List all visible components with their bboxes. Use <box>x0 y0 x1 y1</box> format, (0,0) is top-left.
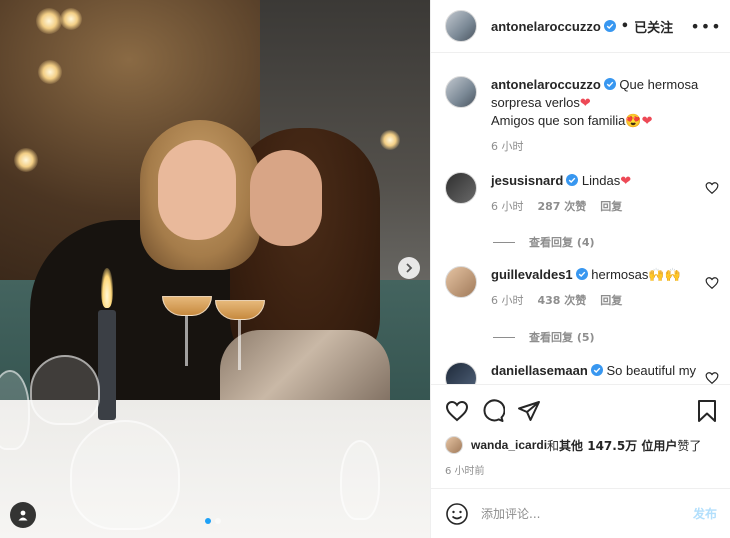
view-replies-button[interactable]: 查看回复 (4) <box>493 234 595 250</box>
likes-others-link[interactable]: 其他 147.5万 位用户 <box>559 437 677 454</box>
comment-reply-button[interactable]: 回复 <box>600 198 622 216</box>
photo-light <box>380 130 400 150</box>
comments-list[interactable]: antonelaroccuzzo Que hermosa sorpresa ve… <box>431 54 730 384</box>
carousel-next-button[interactable] <box>398 257 420 279</box>
more-options-icon: ••• <box>690 16 722 36</box>
commenter-avatar[interactable] <box>445 172 477 204</box>
verified-badge-icon <box>603 20 616 32</box>
photo-candle-flame <box>101 268 113 308</box>
comment-text: hermosas <box>591 267 649 282</box>
photo-light <box>60 8 82 30</box>
comment-time: 6 小时 <box>491 294 524 307</box>
caption-time: 6 小时 <box>491 140 524 153</box>
comment-row: daniellasemaan So beautiful my <box>445 362 711 384</box>
photo-candle <box>98 310 116 420</box>
following-button[interactable]: 已关注 <box>634 17 673 36</box>
user-tag-icon <box>18 510 28 521</box>
comment-username[interactable]: jesusisnard <box>491 173 563 188</box>
comment-row: jesusisnard Lindas❤ 6 小时 287 次赞 回复 <box>445 172 711 216</box>
comment-icon[interactable] <box>481 399 505 423</box>
caption-text-line3: Amigos que son familia <box>491 113 626 128</box>
add-comment-bar: 发布 <box>431 488 730 538</box>
photo-light <box>38 60 62 84</box>
liker-username[interactable]: wanda_icardi <box>471 438 547 452</box>
comment-reply-button[interactable]: 回复 <box>600 292 622 310</box>
likes-connector: 和 <box>547 438 560 453</box>
heart-icon[interactable] <box>705 181 719 195</box>
divider <box>493 241 515 243</box>
smiley-icon[interactable] <box>445 502 469 526</box>
paper-plane-icon[interactable] <box>517 399 541 423</box>
post-header: antonelaroccuzzo • 已关注 ••• <box>431 0 730 53</box>
comment-time: 6 小时 <box>491 200 524 213</box>
photo-light <box>14 148 38 172</box>
tagged-users-button[interactable] <box>10 502 36 528</box>
photo-person-left-face <box>158 140 236 240</box>
commenter-avatar[interactable] <box>445 266 477 298</box>
caption: antonelaroccuzzo Que hermosa sorpresa ve… <box>445 76 711 156</box>
likes-summary: wanda_icardi 和 其他 147.5万 位用户 赞了 <box>445 436 701 454</box>
caption-text-line1: Que hermosa <box>619 77 699 92</box>
author-avatar[interactable] <box>445 10 477 42</box>
photo-light <box>36 8 62 34</box>
comment-text: So beautiful my <box>606 363 697 378</box>
liker-avatar[interactable] <box>445 436 463 454</box>
heart-icon[interactable] <box>445 399 469 423</box>
author-username[interactable]: antonelaroccuzzo <box>491 19 601 34</box>
photo-person-right-face <box>250 150 322 246</box>
post-comment-button[interactable]: 发布 <box>693 505 717 522</box>
heart-eyes-emoji: 😍 <box>625 113 642 128</box>
verified-badge-icon <box>590 364 603 376</box>
view-replies-label: 查看回复 (4) <box>529 236 595 249</box>
header-separator: • <box>620 18 630 34</box>
comment-text: Lindas <box>581 173 621 188</box>
bookmark-icon[interactable] <box>695 399 719 423</box>
verified-badge-icon <box>566 174 579 186</box>
photo-glass-stem <box>238 320 241 370</box>
comment-username[interactable]: guillevaldes1 <box>491 267 573 282</box>
divider <box>493 336 515 338</box>
carousel-indicator <box>205 518 221 524</box>
comment-username[interactable]: daniellasemaan <box>491 363 588 378</box>
post-detail-panel: antonelaroccuzzo • 已关注 ••• antonelaroccu… <box>430 0 730 538</box>
photo-wine-glass <box>70 420 180 530</box>
likes-suffix: 赞了 <box>677 438 702 453</box>
heart-icon[interactable] <box>705 276 719 290</box>
comment-like-count[interactable]: 287 次赞 <box>538 198 587 216</box>
red-heart-emoji: ❤ <box>641 113 653 128</box>
chevron-right-icon <box>406 263 413 273</box>
red-heart-emoji: ❤ <box>620 173 632 188</box>
author-avatar[interactable] <box>445 76 477 108</box>
caption-username[interactable]: antonelaroccuzzo <box>491 77 601 92</box>
post-timestamp[interactable]: 6 小时前 <box>445 462 485 477</box>
comment-input[interactable] <box>481 506 693 521</box>
heart-icon[interactable] <box>705 371 719 384</box>
more-options-button[interactable]: ••• <box>690 16 720 36</box>
post-photo[interactable] <box>0 0 430 538</box>
post-actions <box>431 384 730 434</box>
view-replies-button[interactable]: 查看回复 (5) <box>493 329 595 345</box>
comment-row: guillevaldes1 hermosas🙌🙌 6 小时 438 次赞 回复 <box>445 266 711 310</box>
caption-text-line2: sorpresa verlos <box>491 95 580 110</box>
photo-glass-stem <box>185 316 188 366</box>
carousel-dot <box>215 518 221 524</box>
red-heart-emoji: ❤ <box>579 95 591 110</box>
photo-wine-glass <box>30 355 100 425</box>
comment-like-count[interactable]: 438 次赞 <box>538 292 587 310</box>
raising-hands-emoji: 🙌🙌 <box>648 267 681 282</box>
commenter-avatar[interactable] <box>445 362 477 384</box>
carousel-dot <box>205 518 211 524</box>
verified-badge-icon <box>603 78 616 90</box>
view-replies-label: 查看回复 (5) <box>529 331 595 344</box>
photo-salt-shaker <box>340 440 380 520</box>
verified-badge-icon <box>575 268 588 280</box>
